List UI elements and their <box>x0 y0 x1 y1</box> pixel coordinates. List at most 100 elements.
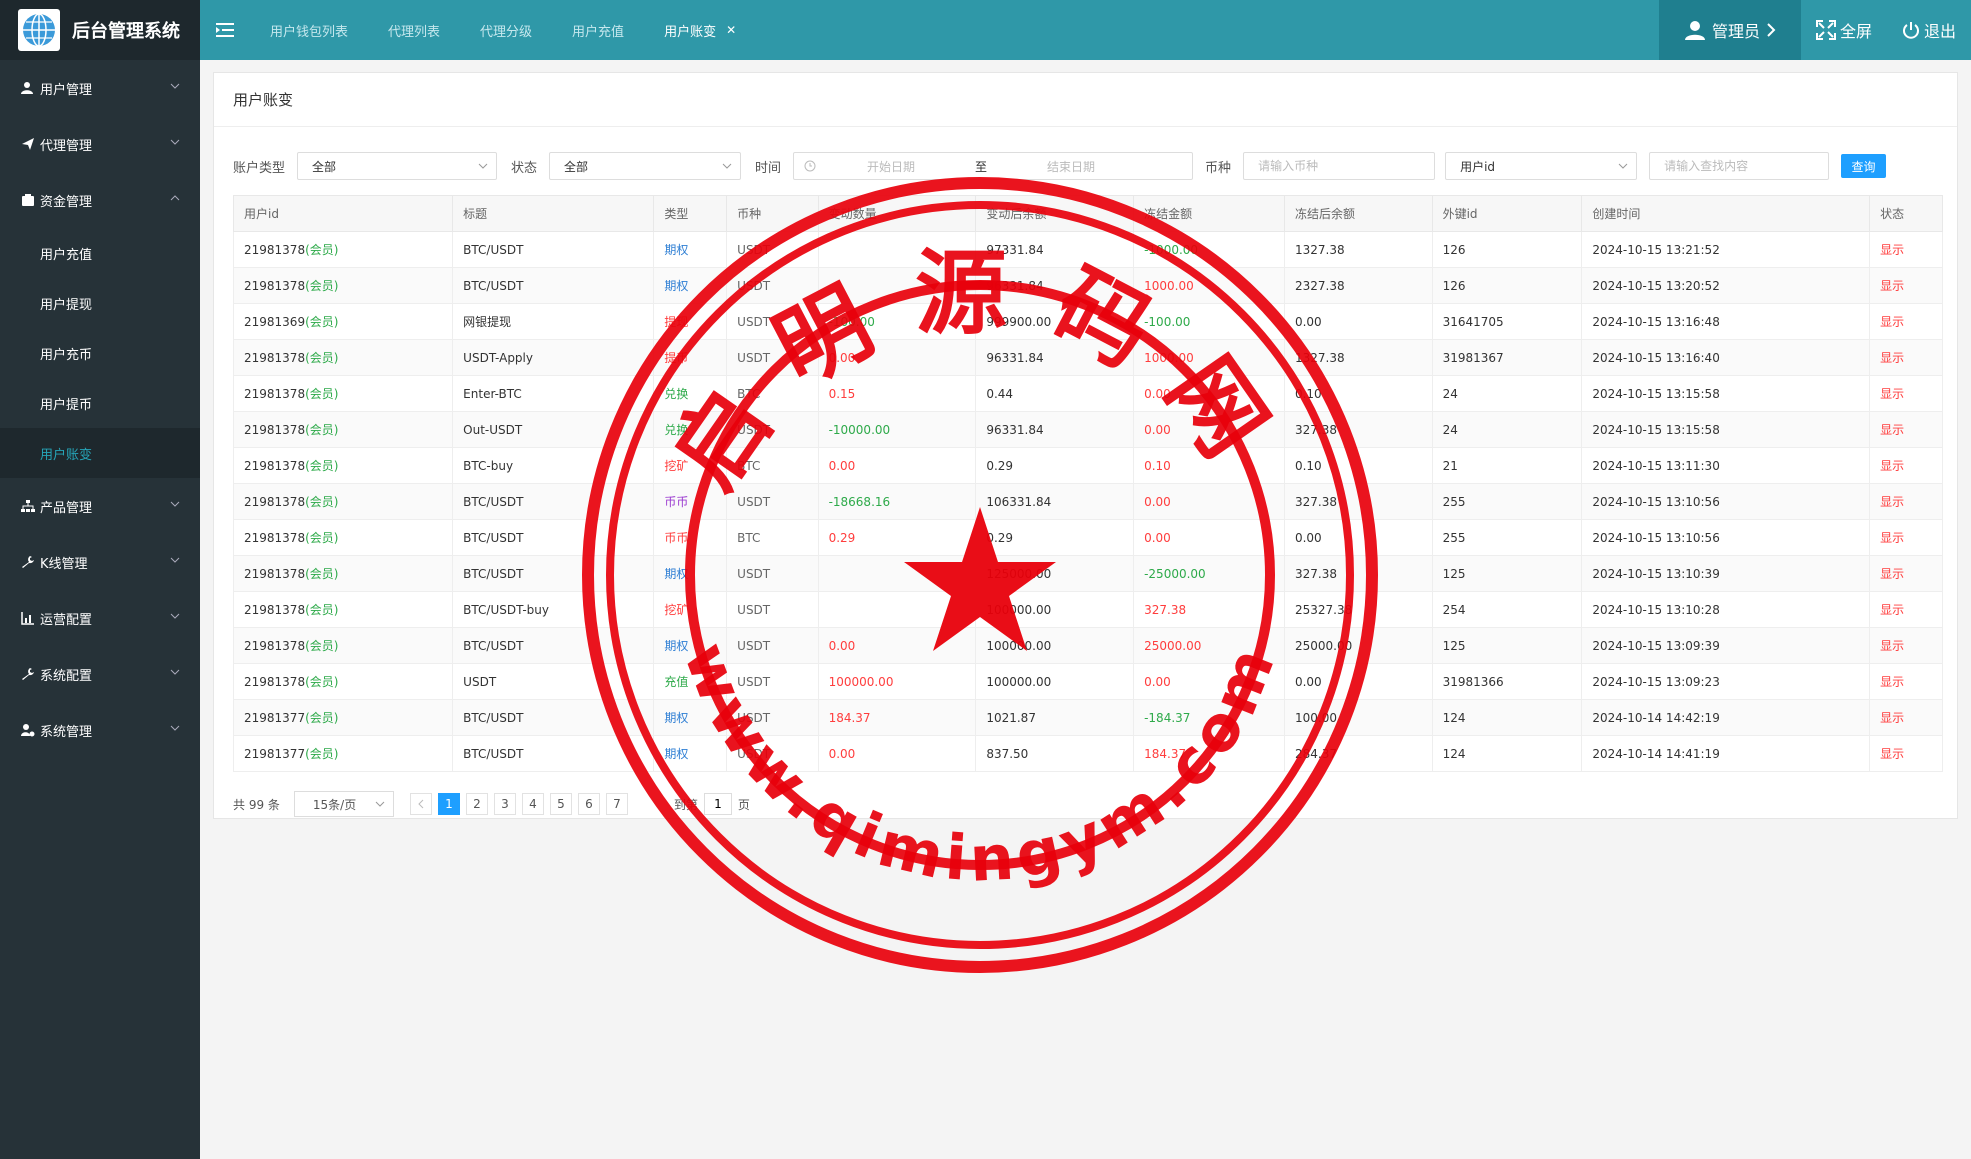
sidebar-subitem-1[interactable]: 用户提现 <box>0 278 200 328</box>
table-row[interactable]: 21981378(会员) BTC/USDT 期权 USDT 97331.84 -1000.… <box>232 231 1943 268</box>
cell-foreign-id: 124 <box>1431 699 1583 736</box>
sidebar-subitem-0[interactable]: 用户充值 <box>0 228 200 278</box>
cell-foreign-id: 31981366 <box>1431 663 1583 700</box>
goto-page-input[interactable] <box>703 793 732 815</box>
date-separator: 至 <box>975 159 988 174</box>
chevron-down-icon <box>170 613 180 619</box>
pagination: 共 99 条 15条/页 1234567 到第 页 <box>233 791 750 817</box>
table-row[interactable]: 21981378(会员) Enter-BTC 兑换 BTC 0.15 0.44 0.00 0.… <box>232 375 1943 412</box>
sidebar-item-6[interactable]: 系统配置 <box>0 646 200 702</box>
cell-status[interactable]: 显示 <box>1869 303 1943 340</box>
search-field-select[interactable]: 用户id <box>1445 152 1638 180</box>
end-date[interactable]: 结束日期 <box>996 158 1146 175</box>
search-button[interactable]: 查询 <box>1841 154 1887 178</box>
page-button-5[interactable]: 5 <box>549 793 572 815</box>
table-row[interactable]: 21981369(会员) 网银提现 提现 USDT -100.00 999900.00 -1… <box>232 303 1943 340</box>
sidebar-subitem-4[interactable]: 用户账变 <box>0 428 200 478</box>
account-type-select[interactable]: 全部 <box>297 152 498 180</box>
ledger-table: 用户id 标题 类型 币种 变动数量 变动后余额 冻结金额 冻结后余额 外键id 创建时间 状态 2… <box>232 195 1943 772</box>
cell-change <box>817 555 977 592</box>
page-button-4[interactable]: 4 <box>521 793 544 815</box>
cell-status[interactable]: 显示 <box>1869 375 1943 412</box>
date-range-picker[interactable]: 开始日期 至 结束日期 <box>793 152 1194 180</box>
fullscreen-button[interactable]: 全屏 <box>1801 0 1887 60</box>
member-tag: (会员) <box>305 531 339 545</box>
table-row[interactable]: 21981378(会员) BTC/USDT 期权 USDT 125000.00 -2500… <box>232 555 1943 592</box>
sidebar-item-3[interactable]: 产品管理 <box>0 478 200 534</box>
cell-status[interactable]: 显示 <box>1869 627 1943 664</box>
cell-created: 2024-10-15 13:15:58 <box>1581 375 1871 412</box>
sidebar-subitem-3[interactable]: 用户提币 <box>0 378 200 428</box>
tab-0[interactable]: 用户钱包列表 <box>250 0 368 60</box>
sidebar-item-4[interactable]: K线管理 <box>0 534 200 590</box>
page-button-3[interactable]: 3 <box>493 793 516 815</box>
cell-balance: 100000.00 <box>975 663 1135 700</box>
cell-frozen: 1000.00 <box>1133 267 1285 304</box>
cell-status[interactable]: 显示 <box>1869 699 1943 736</box>
table-row[interactable]: 21981378(会员) BTC/USDT-buy 挖矿 USDT 100000.00 3… <box>232 591 1943 628</box>
cell-status[interactable]: 显示 <box>1869 555 1943 592</box>
sidebar-item-2[interactable]: 资金管理 <box>0 172 200 228</box>
page-button-7[interactable]: 7 <box>605 793 628 815</box>
table-row[interactable]: 21981377(会员) BTC/USDT 期权 USDT 184.37 1021.87-… <box>232 699 1943 736</box>
cell-currency: USDT <box>726 339 819 376</box>
cell-status[interactable]: 显示 <box>1869 339 1943 376</box>
cell-user-id: 21981378(会员) <box>232 483 454 520</box>
currency-input[interactable] <box>1243 152 1436 180</box>
tab-4[interactable]: 用户账变 ✕ <box>644 0 756 60</box>
prev-page-button[interactable] <box>409 793 432 815</box>
table-row[interactable]: 21981378(会员) Out-USDT 兑换 USDT -10000.00 96331… <box>232 411 1943 448</box>
page-button-1[interactable]: 1 <box>437 793 460 815</box>
menu-toggle-icon[interactable] <box>200 0 250 60</box>
table-row[interactable]: 21981377(会员) BTC/USDT 期权 USDT 0.00 837.50 184.… <box>232 735 1943 772</box>
close-icon[interactable]: ✕ <box>726 23 736 37</box>
tab-3[interactable]: 用户充值 <box>552 0 644 60</box>
status-select[interactable]: 全部 <box>549 152 742 180</box>
cell-status[interactable]: 显示 <box>1869 591 1943 628</box>
tab-2[interactable]: 代理分级 <box>460 0 552 60</box>
page-size-select[interactable]: 15条/页 <box>293 791 394 817</box>
page-button-2[interactable]: 2 <box>465 793 488 815</box>
cell-change: -18668.16 <box>817 483 977 520</box>
logo[interactable]: 后台管理系统 <box>0 0 200 60</box>
cell-status[interactable]: 显示 <box>1869 231 1943 268</box>
cell-status[interactable]: 显示 <box>1869 447 1943 484</box>
sidebar-item-0[interactable]: 用户管理 <box>0 60 200 116</box>
page-button-6[interactable]: 6 <box>577 793 600 815</box>
cell-status[interactable]: 显示 <box>1869 519 1943 556</box>
cell-user-id: 21981378(会员) <box>232 519 454 556</box>
sidebar-item-1[interactable]: 代理管理 <box>0 116 200 172</box>
sidebar-group: 资金管理 用户充值 用户提现 用户充币 用户提币 用户账变 <box>0 172 200 478</box>
cell-change: 0.00 <box>817 447 977 484</box>
table-row[interactable]: 21981378(会员) BTC/USDT 币币 USDT -18668.16 10633… <box>232 483 1943 520</box>
tab-bar: 用户钱包列表 代理列表 代理分级 用户充值 用户账变 ✕ <box>250 0 756 60</box>
cell-status[interactable]: 显示 <box>1869 267 1943 304</box>
tab-1[interactable]: 代理列表 <box>368 0 460 60</box>
table-row[interactable]: 21981378(会员) BTC/USDT 币币 BTC 0.29 0.29 0.00 0.0… <box>232 519 1943 556</box>
member-tag: (会员) <box>305 495 339 509</box>
table-row[interactable]: 21981378(会员) BTC/USDT 期权 USDT 96331.84 1000.0… <box>232 267 1943 304</box>
search-input[interactable] <box>1649 152 1830 180</box>
cell-balance: 100000.00 <box>975 591 1135 628</box>
cell-foreign-id: 124 <box>1431 735 1583 772</box>
table-row[interactable]: 21981378(会员) BTC-buy 挖矿 BTC 0.00 0.29 0.10 0.10… <box>232 447 1943 484</box>
cell-frozen-balance: 0.10 <box>1283 447 1433 484</box>
member-tag: (会员) <box>305 387 339 401</box>
cell-status[interactable]: 显示 <box>1869 411 1943 448</box>
cell-status[interactable]: 显示 <box>1869 483 1943 520</box>
sidebar-item-7[interactable]: 系统管理 <box>0 702 200 758</box>
cell-currency: USDT <box>726 303 819 340</box>
start-date[interactable]: 开始日期 <box>816 158 966 175</box>
cell-currency: USDT <box>726 231 819 268</box>
sidebar-item-5[interactable]: 运营配置 <box>0 590 200 646</box>
table-row[interactable]: 21981378(会员) USDT-Apply 提币 USDT 0.00 96331.84… <box>232 339 1943 376</box>
cell-status[interactable]: 显示 <box>1869 663 1943 700</box>
table-row[interactable]: 21981378(会员) USDT 充值 USDT 100000.00 100000.00… <box>232 663 1943 700</box>
cell-created: 2024-10-15 13:16:48 <box>1581 303 1871 340</box>
logout-button[interactable]: 退出 <box>1887 0 1971 60</box>
table-row[interactable]: 21981378(会员) BTC/USDT 期权 USDT 0.00 100000.00 2… <box>232 627 1943 664</box>
sidebar-subitem-2[interactable]: 用户充币 <box>0 328 200 378</box>
cell-status[interactable]: 显示 <box>1869 735 1943 772</box>
admin-menu[interactable]: 管理员 <box>1658 0 1801 60</box>
cell-frozen: 0.00 <box>1133 411 1285 448</box>
